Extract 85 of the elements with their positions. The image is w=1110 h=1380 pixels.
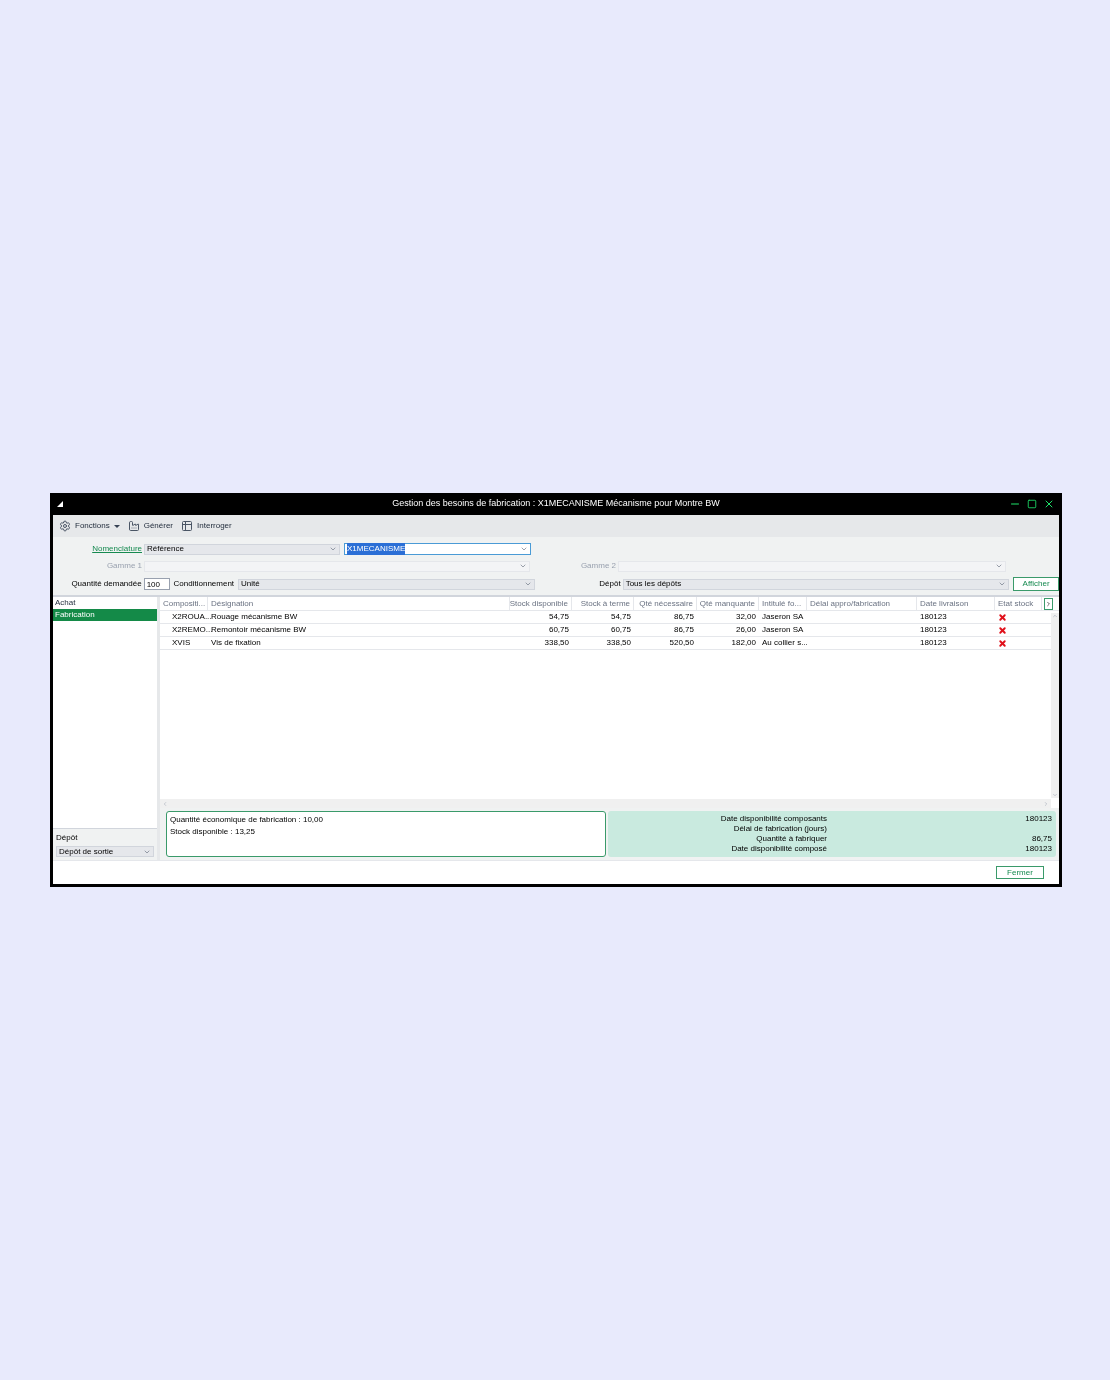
toolbar-button[interactable]: Interroger xyxy=(197,520,232,532)
table-cell: 54,75 xyxy=(548,611,569,623)
table-cell: Jaseron SA xyxy=(762,611,804,623)
column-header[interactable]: Désignation xyxy=(208,597,510,610)
column-header[interactable]: Intitulé fo... xyxy=(759,597,807,610)
chevron-down-icon xyxy=(329,545,337,553)
table-cell: Vis de fixation xyxy=(211,637,261,649)
chevron-up-icon xyxy=(1052,613,1058,619)
reference-select[interactable]: Référence xyxy=(144,543,340,555)
table-cell: XVIS xyxy=(172,637,191,649)
table-cell: Remontoir mécanisme BW xyxy=(211,624,307,636)
sidebar-item[interactable]: Achat xyxy=(53,597,157,609)
packaging-select[interactable]: Unité xyxy=(238,578,535,590)
table-cell: 54,75 xyxy=(610,611,631,623)
chevron-right-icon xyxy=(1043,800,1049,807)
field-label: Conditionnement xyxy=(172,578,236,590)
summary-value: 180123 xyxy=(1025,813,1052,823)
gear-icon xyxy=(59,520,71,532)
scroll-right-button[interactable] xyxy=(1044,597,1053,610)
toolbar-button[interactable]: Fonctions xyxy=(75,520,110,532)
table-cell: 180123 xyxy=(920,638,947,647)
chevron-right-icon xyxy=(1045,599,1052,608)
column-header[interactable]: Etat stock xyxy=(995,597,1042,610)
field-label: Gamme 2 xyxy=(579,560,616,572)
quantity-field[interactable]: 100 xyxy=(143,578,170,590)
close-icon[interactable] xyxy=(1043,498,1055,510)
table-cell: Jaseron SA xyxy=(762,624,804,636)
display-button[interactable]: Afficher xyxy=(1013,577,1059,591)
maximize-icon[interactable] xyxy=(1027,499,1037,509)
table-cell: 60,75 xyxy=(610,624,631,636)
table-cell: 86,75 xyxy=(673,624,694,636)
factory-icon xyxy=(127,520,140,532)
table-cell: 338,50 xyxy=(606,637,631,649)
window-title: Gestion des besoins de fabrication : X1MECANISME Mécanisme pour Montre BW xyxy=(392,497,720,511)
table-cell: Rouage mécanisme BW xyxy=(211,611,298,623)
summary-value: 86,75 xyxy=(1031,833,1052,843)
table-cell: Au collier s... xyxy=(762,637,808,649)
nomenclature-field[interactable]: X1MECANISME xyxy=(344,543,531,555)
chevron-down-icon xyxy=(523,580,532,588)
field-label: Dépôt xyxy=(598,578,621,590)
horizontal-scrollbar[interactable] xyxy=(160,799,1051,808)
column-header[interactable]: Qté manquante xyxy=(697,597,759,610)
nomenclature-link[interactable]: Nomenclature xyxy=(92,544,142,553)
summary-label: Quantité à fabriquer xyxy=(755,833,827,843)
summary-label: Date disponibilité composé xyxy=(730,843,827,853)
column-header[interactable]: Compositi... xyxy=(160,597,208,610)
chevron-down-icon xyxy=(520,545,528,553)
table-icon xyxy=(181,520,194,532)
sidebar-item[interactable]: Fabrication xyxy=(53,609,157,621)
table-cell: 60,75 xyxy=(548,624,569,636)
table-cell: X2ROUA... xyxy=(172,611,212,623)
table-cell: 180123 xyxy=(920,612,947,621)
table-cell: 86,75 xyxy=(673,611,694,623)
chevron-down-icon xyxy=(519,562,527,570)
column-header[interactable]: Date livraison xyxy=(917,597,995,610)
column-header[interactable]: Stock à terme xyxy=(572,597,634,610)
info-text: Stock disponible : 13,25 xyxy=(170,826,256,838)
vertical-scrollbar[interactable] xyxy=(1051,613,1059,798)
table-cell: X2REMO... xyxy=(172,624,213,636)
column-header[interactable]: Stock disponible xyxy=(510,597,572,610)
chevron-left-icon xyxy=(162,800,168,807)
app-logo-icon xyxy=(57,501,63,507)
depot-label: Dépôt xyxy=(56,832,79,844)
depot-select[interactable]: Tous les dépôts xyxy=(622,578,1010,590)
toolbar-button[interactable]: Générer xyxy=(143,520,174,532)
column-header[interactable]: Qté nécessaire xyxy=(634,597,697,610)
summary-label: Délai de fabrication (jours) xyxy=(732,823,827,833)
table-cell: 182,00 xyxy=(731,637,756,649)
chevron-down-icon xyxy=(1052,792,1058,798)
chevron-down-icon xyxy=(995,562,1003,570)
close-button[interactable]: Fermer xyxy=(996,866,1044,879)
table-cell: 32,00 xyxy=(735,611,756,623)
depot-select[interactable]: Dépôt de sortie xyxy=(56,846,154,857)
info-text: Quantité économique de fabrication : 10,00 xyxy=(170,814,324,826)
table-cell: 180123 xyxy=(920,625,947,634)
table-cell: 520,50 xyxy=(669,637,694,649)
chevron-down-icon xyxy=(998,580,1007,588)
summary-label: Date disponibilité composants xyxy=(719,813,827,823)
field-label: Quantité demandée xyxy=(70,578,142,590)
table-cell: 26,00 xyxy=(735,624,756,636)
summary-value: 180123 xyxy=(1025,843,1052,853)
field-label: Gamme 1 xyxy=(105,560,142,572)
caret-icon xyxy=(113,524,120,528)
column-header[interactable]: Délai appro/fabrication xyxy=(807,597,917,610)
table-cell: 338,50 xyxy=(544,637,569,649)
